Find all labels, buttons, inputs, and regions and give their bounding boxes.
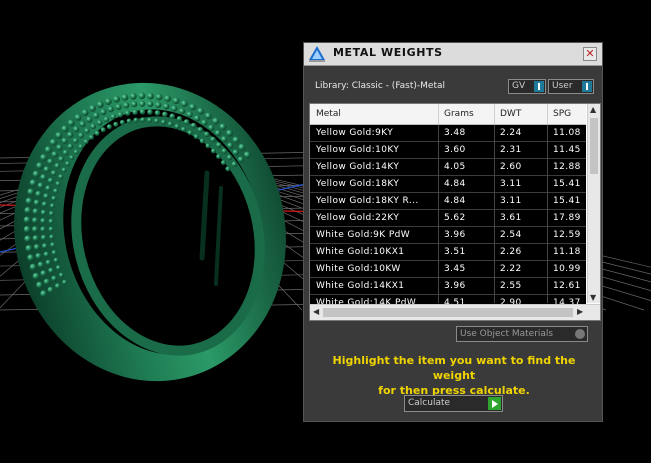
grams-cell: 3.96 [444, 281, 466, 291]
table-row[interactable]: Yellow Gold:18KY 4.84 3.11 15.41 [310, 176, 586, 193]
metal-weights-panel: METAL WEIGHTS ✕ Library: Classic - (Fast… [303, 42, 603, 422]
use-object-materials-label: Use Object Materials [460, 329, 554, 339]
spg-cell: 15.41 [553, 196, 581, 206]
grams-cell: 4.84 [444, 196, 466, 206]
metal-name-cell: White Gold:14KX1 [316, 281, 405, 291]
table-header: Metal Grams DWT SPG [310, 104, 586, 125]
metal-name-cell: Yellow Gold:18KY [316, 179, 400, 189]
scroll-right-icon[interactable]: ▶ [577, 307, 583, 316]
spg-cell: 12.59 [553, 230, 581, 240]
dwt-cell: 2.31 [500, 145, 522, 155]
app-logo-icon [309, 46, 325, 62]
column-header-spg[interactable]: SPG [553, 109, 571, 119]
horizontal-scroll-thumb[interactable] [323, 308, 573, 317]
metal-name-cell: White Gold:10KX1 [316, 247, 405, 257]
column-header-grams[interactable]: Grams [444, 109, 474, 119]
toggle-indicator-icon [575, 329, 585, 339]
spg-cell: 10.99 [553, 264, 581, 274]
table-row[interactable]: White Gold:9K PdW 3.96 2.54 12.59 [310, 227, 586, 244]
grams-cell: 4.84 [444, 179, 466, 189]
instruction-text: Highlight the item you want to find the … [314, 353, 594, 398]
table-row[interactable]: Yellow Gold:9KY 3.48 2.24 11.08 [310, 125, 586, 142]
close-icon: ✕ [585, 47, 595, 60]
metal-name-cell: Yellow Gold:10KY [316, 145, 400, 155]
scroll-down-icon[interactable]: ▼ [590, 293, 596, 302]
user-toggle[interactable]: User [548, 79, 594, 94]
metal-name-cell: Yellow Gold:22KY [316, 213, 400, 223]
spg-cell: 12.88 [553, 162, 581, 172]
dwt-cell: 3.61 [500, 213, 522, 223]
dwt-cell: 2.60 [500, 162, 522, 172]
dwt-cell: 2.24 [500, 128, 522, 138]
spg-cell: 17.89 [553, 213, 581, 223]
panel-titlebar[interactable]: METAL WEIGHTS ✕ [304, 43, 602, 66]
grams-cell: 4.05 [444, 162, 466, 172]
calculate-arrow-icon [488, 397, 501, 410]
column-header-metal[interactable]: Metal [316, 109, 341, 119]
grams-cell: 3.48 [444, 128, 466, 138]
grams-cell: 3.96 [444, 230, 466, 240]
vertical-scrollbar[interactable]: ▲ ▼ [587, 104, 600, 303]
table-row[interactable]: Yellow Gold:10KY 3.60 2.31 11.45 [310, 142, 586, 159]
table-row[interactable]: Yellow Gold:22KY 5.62 3.61 17.89 [310, 210, 586, 227]
toggle-indicator-icon [534, 81, 544, 92]
dwt-cell: 2.26 [500, 247, 522, 257]
green-ring-model[interactable] [0, 54, 317, 410]
gv-toggle-label: GV [512, 81, 526, 91]
toggle-indicator-icon [582, 81, 592, 92]
calculate-label: Calculate [408, 398, 451, 408]
spg-cell: 12.61 [553, 281, 581, 291]
scroll-up-icon[interactable]: ▲ [590, 105, 596, 114]
gv-toggle[interactable]: GV [508, 79, 546, 94]
spg-cell: 11.18 [553, 247, 581, 257]
dwt-cell: 2.22 [500, 264, 522, 274]
scroll-left-icon[interactable]: ◀ [313, 307, 319, 316]
library-label: Library: Classic - (Fast)-Metal [315, 81, 446, 91]
instruction-line-1: Highlight the item you want to find the … [332, 354, 576, 382]
spg-cell: 15.41 [553, 179, 581, 189]
calculate-button[interactable]: Calculate [404, 395, 503, 412]
close-button[interactable]: ✕ [583, 47, 597, 61]
use-object-materials-toggle[interactable]: Use Object Materials [456, 326, 588, 342]
metal-name-cell: Yellow Gold:14KY [316, 162, 400, 172]
grams-cell: 3.51 [444, 247, 466, 257]
table-row[interactable]: Yellow Gold:18KY R... 4.84 3.11 15.41 [310, 193, 586, 210]
grams-cell: 3.45 [444, 264, 466, 274]
metal-name-cell: Yellow Gold:9KY [316, 128, 394, 138]
table-body: Yellow Gold:9KY 3.48 2.24 11.08 Yellow Gold:… [310, 125, 586, 312]
dwt-cell: 3.11 [500, 179, 522, 189]
metal-name-cell: White Gold:9K PdW [316, 230, 411, 240]
table-row[interactable]: Yellow Gold:14KY 4.05 2.60 12.88 [310, 159, 586, 176]
dwt-cell: 2.54 [500, 230, 522, 240]
vertical-scroll-thumb[interactable] [590, 118, 598, 174]
table-row[interactable]: White Gold:14KX1 3.96 2.55 12.61 [310, 278, 586, 295]
grams-cell: 3.60 [444, 145, 466, 155]
table-row[interactable]: White Gold:10KW 3.45 2.22 10.99 [310, 261, 586, 278]
table-row[interactable]: White Gold:10KX1 3.51 2.26 11.18 [310, 244, 586, 261]
metal-name-cell: Yellow Gold:18KY R... [316, 196, 419, 206]
spg-cell: 11.45 [553, 145, 581, 155]
dwt-cell: 3.11 [500, 196, 522, 206]
metal-name-cell: White Gold:10KW [316, 264, 401, 274]
metal-table[interactable]: Metal Grams DWT SPG Yellow Gold:9KY 3.48 2… [309, 103, 601, 321]
grams-cell: 5.62 [444, 213, 466, 223]
column-header-dwt[interactable]: DWT [500, 109, 521, 119]
user-toggle-label: User [552, 81, 573, 91]
panel-title: METAL WEIGHTS [333, 46, 443, 59]
horizontal-scrollbar[interactable]: ◀ ▶ [310, 304, 600, 320]
spg-cell: 11.08 [553, 128, 581, 138]
dwt-cell: 2.55 [500, 281, 522, 291]
